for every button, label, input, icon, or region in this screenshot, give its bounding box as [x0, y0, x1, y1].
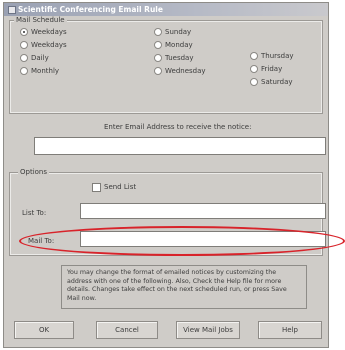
view-mail-jobs-button[interactable]: View Mail Jobs	[176, 321, 240, 339]
highlight-ellipse	[19, 226, 345, 256]
app-icon	[8, 6, 16, 14]
dialog-window: Scientific Conferencing Email Rule Mail …	[3, 2, 329, 348]
send-list-checkbox[interactable]	[92, 183, 101, 192]
option-label: Wednesday	[165, 67, 206, 75]
schedule-group-label: Mail Schedule	[14, 16, 67, 24]
option-label: Monday	[165, 41, 193, 49]
title-bar[interactable]: Scientific Conferencing Email Rule	[4, 3, 328, 16]
option-label: Monthly	[31, 67, 60, 75]
ok-button[interactable]: OK	[14, 321, 74, 339]
radio-button[interactable]	[154, 67, 162, 75]
option-label: Saturday	[261, 78, 293, 86]
radio-button[interactable]	[154, 54, 162, 62]
help-hint-text: You may change the format of emailed not…	[61, 265, 307, 309]
option-label: Thursday	[261, 52, 294, 60]
radio-button[interactable]	[250, 78, 258, 86]
option-label: Weekdays	[31, 28, 67, 36]
email-address-input[interactable]	[34, 137, 326, 155]
send-list-label: Send List	[104, 183, 137, 191]
list-to-label: List To:	[22, 209, 47, 217]
radio-button[interactable]	[20, 28, 28, 36]
option-label: Sunday	[165, 28, 192, 36]
option-label: Weekdays	[31, 41, 67, 49]
radio-button[interactable]	[250, 52, 258, 60]
window-title: Scientific Conferencing Email Rule	[18, 5, 163, 14]
email-prompt-label: Enter Email Address to receive the notic…	[104, 123, 252, 131]
radio-button[interactable]	[20, 54, 28, 62]
radio-button[interactable]	[20, 41, 28, 49]
options-group-label: Options	[18, 168, 50, 176]
option-label: Daily	[31, 54, 49, 62]
radio-button[interactable]	[20, 67, 28, 75]
radio-button[interactable]	[154, 28, 162, 36]
radio-button[interactable]	[154, 41, 162, 49]
list-to-input[interactable]	[80, 203, 326, 219]
cancel-button[interactable]: Cancel	[96, 321, 158, 339]
help-button[interactable]: Help	[258, 321, 322, 339]
option-label: Friday	[261, 65, 283, 73]
option-label: Tuesday	[165, 54, 194, 62]
radio-button[interactable]	[250, 65, 258, 73]
